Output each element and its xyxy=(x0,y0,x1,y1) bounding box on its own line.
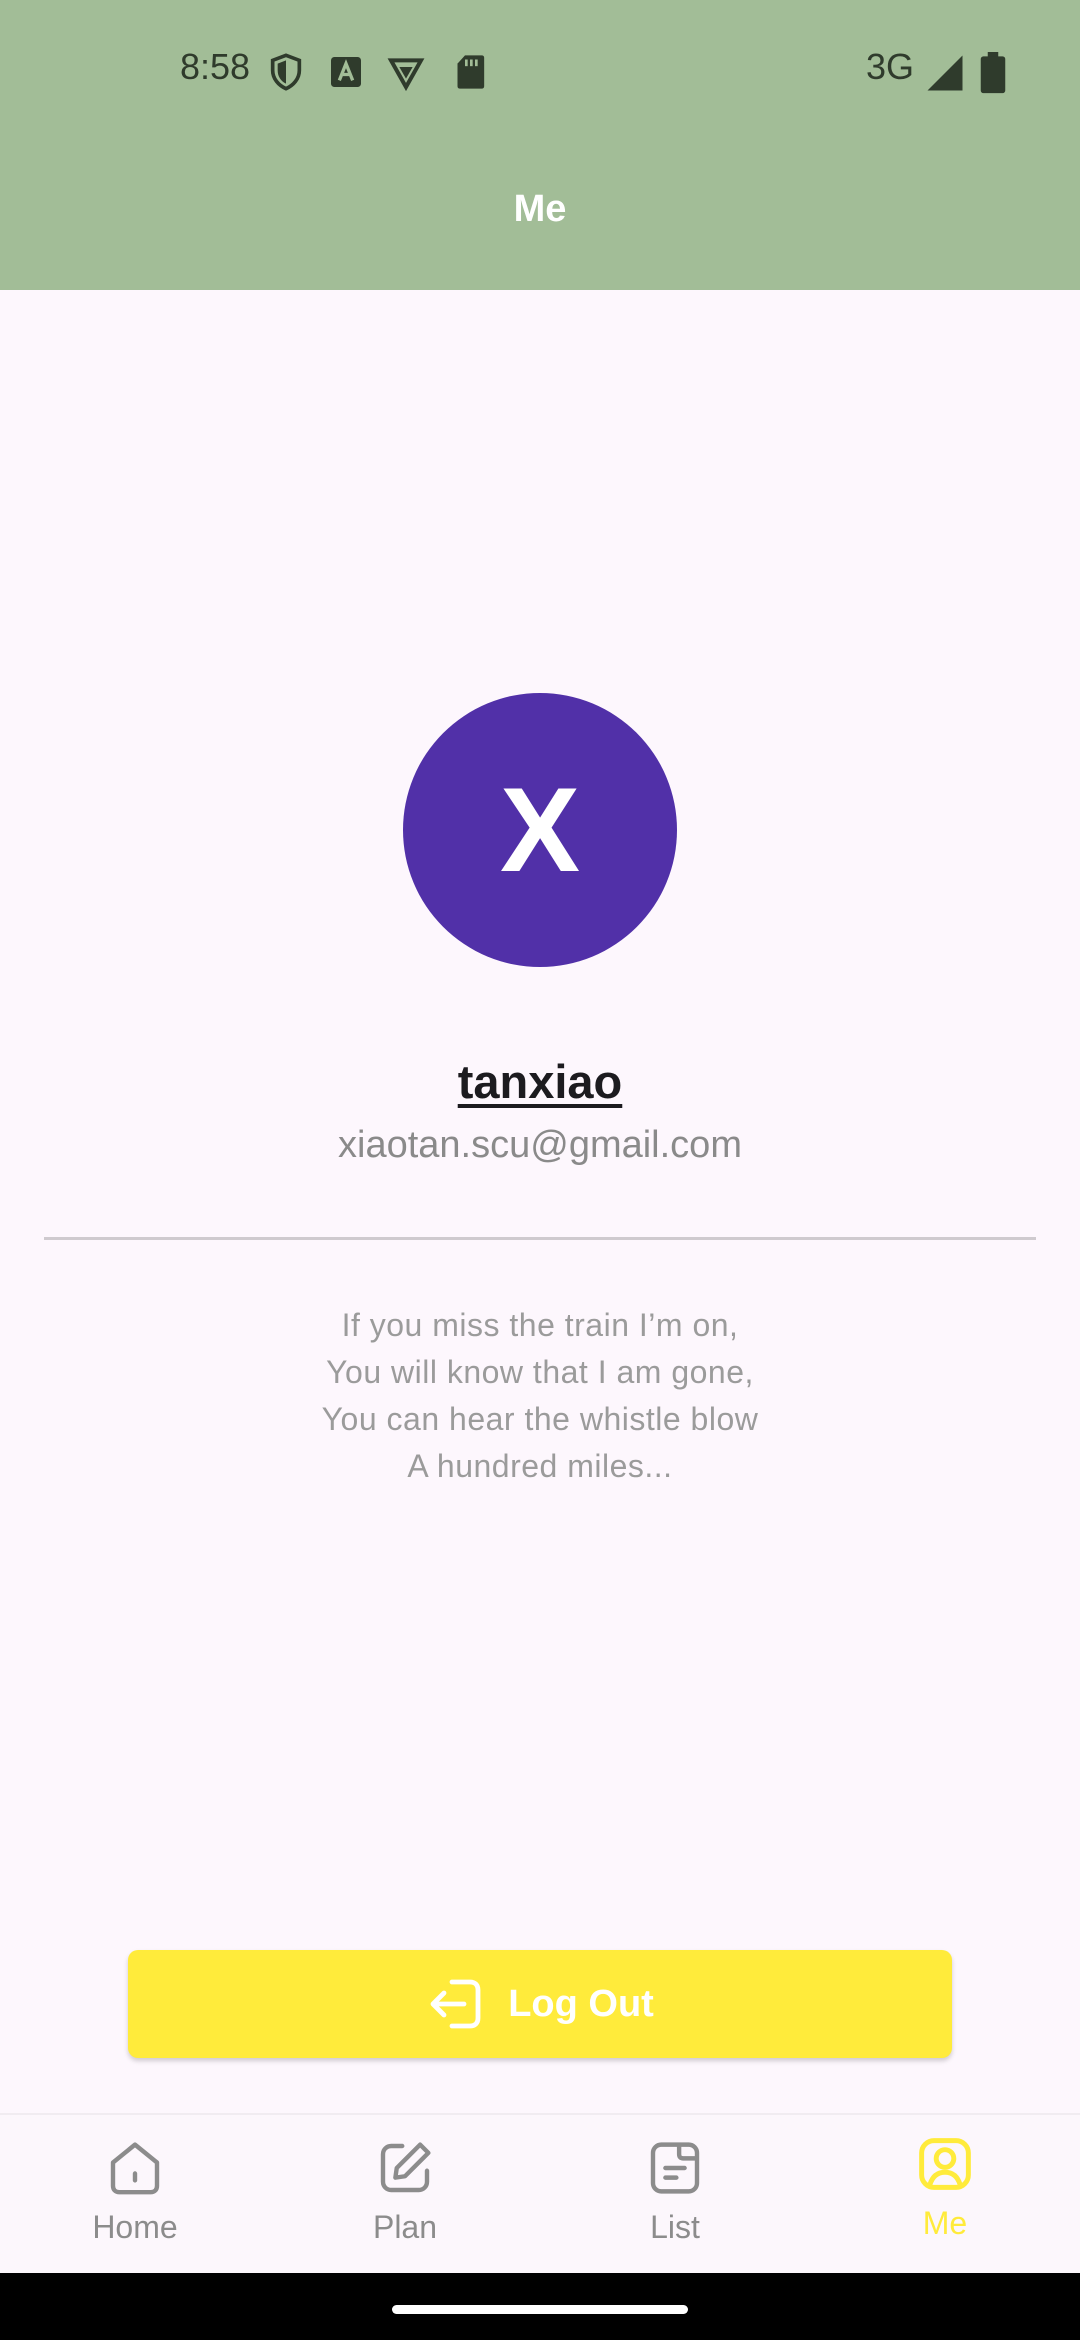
a-badge-icon xyxy=(331,57,361,87)
logout-label: Log Out xyxy=(508,1982,654,2025)
nav-label-me: Me xyxy=(922,2205,968,2241)
page-title: Me xyxy=(513,188,567,230)
nav-label-plan: Plan xyxy=(372,2209,438,2245)
avatar-initial: X xyxy=(499,763,581,897)
system-gesture-bar xyxy=(0,2273,1080,2340)
sd-card-icon xyxy=(457,55,485,89)
divider xyxy=(44,1237,1036,1240)
profile-icon xyxy=(919,2138,971,2190)
avatar[interactable]: X xyxy=(403,693,677,967)
username[interactable]: tanxiao xyxy=(0,1054,1080,1109)
quote-line: A hundred miles... xyxy=(407,1448,673,1484)
quote-text: If you miss the train I’m on, You will k… xyxy=(0,1302,1080,1490)
home-gesture-handle[interactable] xyxy=(392,2305,688,2314)
nav-item-me[interactable]: Me xyxy=(810,2131,1080,2261)
nav-item-home[interactable]: Home xyxy=(0,2135,270,2265)
edit-icon xyxy=(380,2142,431,2193)
vpn-icon xyxy=(387,58,425,92)
list-icon xyxy=(650,2142,700,2194)
logout-icon xyxy=(430,1979,481,2029)
quote-line: You will know that I am gone, xyxy=(326,1354,754,1390)
nav-label-home: Home xyxy=(92,2209,178,2245)
network-type: 3G xyxy=(866,46,915,87)
quote-line: You can hear the whistle blow xyxy=(321,1401,759,1437)
nav-item-list[interactable]: List xyxy=(540,2135,810,2265)
status-time: 8:58 xyxy=(180,46,251,87)
nav-item-plan[interactable]: Plan xyxy=(270,2135,540,2265)
status-bar: 8:58 3G xyxy=(0,0,1080,140)
nav-label-list: List xyxy=(650,2209,700,2245)
battery-icon xyxy=(980,52,1006,94)
quote-line: If you miss the train I’m on, xyxy=(341,1307,739,1343)
me-screen: 8:58 3G Me X tanxiao xiaotan.scu@gmail.c… xyxy=(0,0,1080,2340)
signal-icon xyxy=(927,55,963,91)
home-icon xyxy=(110,2142,160,2195)
shield-icon xyxy=(270,53,302,91)
user-email: xiaotan.scu@gmail.com xyxy=(338,1124,742,1166)
top-app-bar: 8:58 3G Me xyxy=(0,0,1080,290)
logout-button[interactable]: Log Out xyxy=(128,1950,952,2058)
bottom-navigation: Home Plan List Me xyxy=(0,2113,1080,2275)
